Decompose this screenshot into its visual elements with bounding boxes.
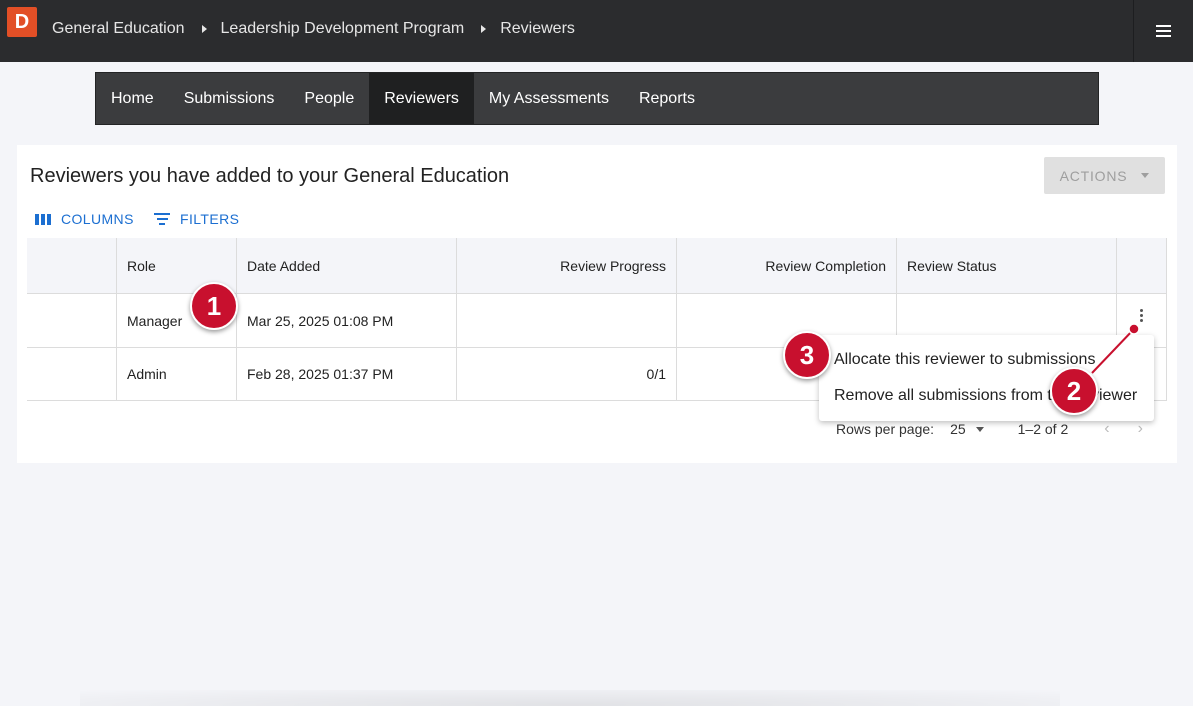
tab-people[interactable]: People (289, 73, 369, 124)
filters-button[interactable]: FILTERS (154, 211, 239, 227)
chevron-right-icon (481, 25, 487, 33)
column-header-date-added[interactable]: Date Added (237, 238, 457, 293)
review-progress-cell: 0/1 (457, 348, 677, 400)
page-range: 1–2 of 2 (1017, 421, 1069, 437)
role-cell: Admin (117, 348, 237, 400)
chevron-left-icon[interactable]: ‹ (1104, 420, 1109, 438)
tab-my-assessments[interactable]: My Assessments (474, 73, 624, 124)
actions-button[interactable]: ACTIONS (1044, 157, 1165, 194)
table-cell (27, 294, 117, 347)
more-vert-icon[interactable] (1140, 309, 1143, 322)
columns-button[interactable]: COLUMNS (35, 211, 134, 227)
annotation-badge-2: 2 (1050, 367, 1098, 415)
filters-label: FILTERS (180, 211, 240, 227)
tab-reports[interactable]: Reports (624, 73, 710, 124)
column-header-review-status[interactable]: Review Status (897, 238, 1117, 293)
hamburger-menu-icon[interactable] (1133, 0, 1193, 62)
row-context-menu: Allocate this reviewer to submissions Re… (819, 335, 1154, 421)
breadcrumb-item-general-education[interactable]: General Education (52, 20, 185, 38)
column-header-review-completion[interactable]: Review Completion (677, 238, 897, 293)
filter-icon (154, 213, 170, 225)
chevron-right-icon (201, 25, 207, 33)
app-logo[interactable]: D (7, 7, 37, 37)
bottom-shadow (80, 690, 1060, 706)
tab-reviewers[interactable]: Reviewers (369, 73, 474, 124)
annotation-badge-1: 1 (190, 282, 238, 330)
chevron-right-icon[interactable]: › (1138, 420, 1143, 438)
breadcrumb: General Education Leadership Development… (52, 20, 575, 38)
review-progress-cell (457, 294, 677, 347)
menu-item-allocate-reviewer[interactable]: Allocate this reviewer to submissions (834, 351, 1095, 369)
caret-down-icon[interactable] (975, 426, 984, 432)
column-header-review-progress[interactable]: Review Progress (457, 238, 677, 293)
rows-per-page-label: Rows per page: (836, 421, 935, 437)
date-added-cell: Feb 28, 2025 01:37 PM (237, 348, 457, 400)
tab-home[interactable]: Home (96, 73, 169, 124)
columns-icon (35, 213, 51, 225)
page-title: Reviewers you have added to your General… (30, 165, 510, 187)
tab-submissions[interactable]: Submissions (169, 73, 290, 124)
rows-per-page-select[interactable]: 25 (950, 421, 966, 437)
columns-label: COLUMNS (61, 211, 134, 227)
top-bar: D General Education Leadership Developme… (0, 0, 1193, 62)
breadcrumb-item-reviewers[interactable]: Reviewers (500, 20, 575, 38)
breadcrumb-item-program[interactable]: Leadership Development Program (221, 20, 465, 38)
actions-label: ACTIONS (1059, 167, 1128, 184)
table-header-row: Role Date Added Review Progress Review C… (27, 238, 1167, 294)
table-cell (27, 348, 117, 400)
main-nav: Home Submissions People Reviewers My Ass… (95, 72, 1099, 125)
caret-down-icon (1141, 173, 1150, 178)
annotation-badge-3: 3 (783, 331, 831, 379)
column-header-actions (1117, 238, 1167, 293)
column-header-select (27, 238, 117, 293)
pagination: Rows per page: 25 1–2 of 2 ‹ › (836, 420, 1143, 438)
date-added-cell: Mar 25, 2025 01:08 PM (237, 294, 457, 347)
